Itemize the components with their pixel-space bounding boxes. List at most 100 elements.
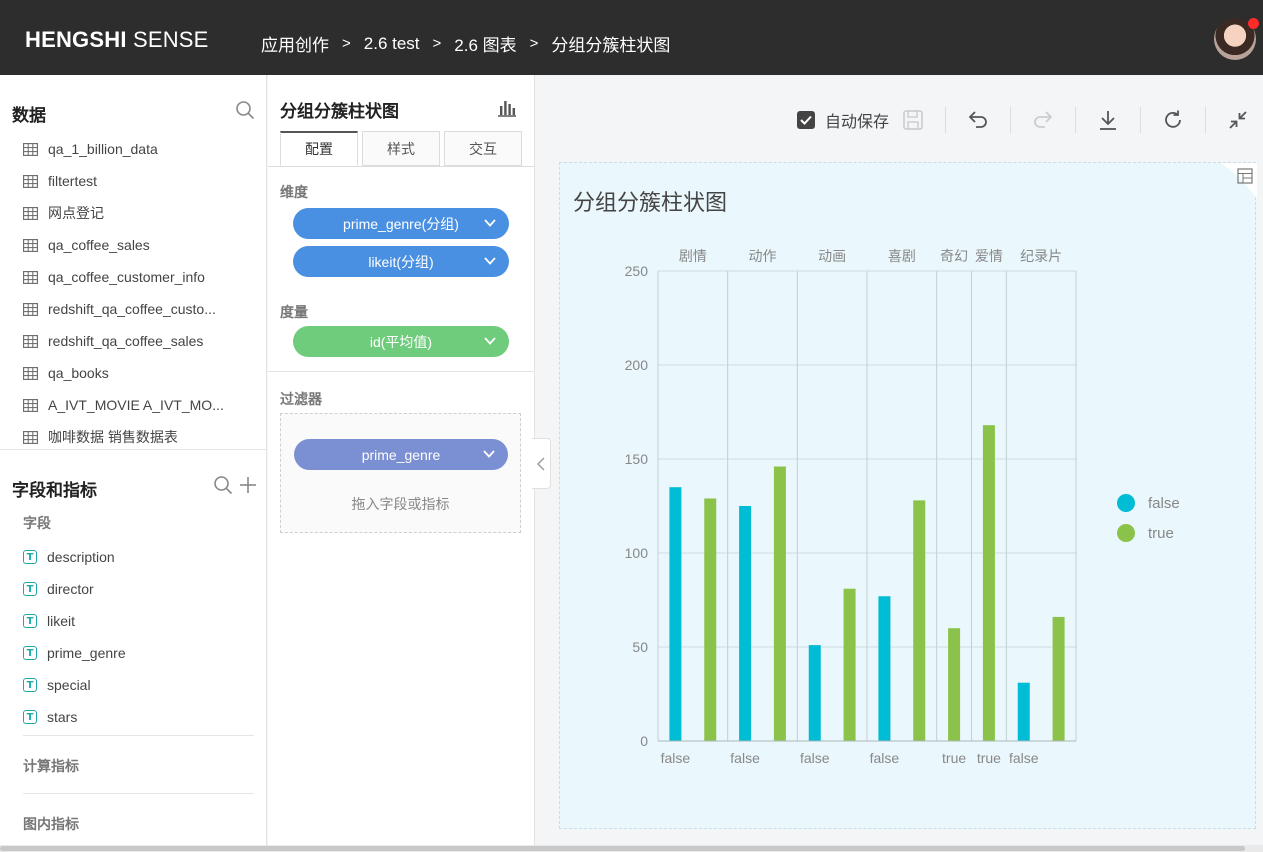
chevron-down-icon[interactable]	[483, 254, 497, 268]
toolbar-divider	[1010, 107, 1012, 133]
field-item[interactable]: Tdirector	[23, 573, 253, 605]
text-type-icon: T	[23, 614, 37, 628]
chart-card[interactable]: 分组分簇柱状图 0 50 100 150 200 250 剧情 false 动作 false 动画 f…	[559, 162, 1257, 829]
refresh-icon[interactable]	[1161, 108, 1185, 132]
text-type-icon: T	[23, 646, 37, 660]
collapse-fullscreen-icon[interactable]	[1226, 108, 1250, 132]
notification-dot	[1248, 18, 1259, 29]
save-icon[interactable]	[901, 108, 925, 132]
breadcrumb-dashboard[interactable]: 2.6 图表	[454, 31, 516, 56]
chevron-left-icon	[537, 457, 545, 470]
dataset-item[interactable]: filtertest	[23, 165, 253, 197]
field-label: special	[47, 677, 91, 693]
table-icon	[23, 238, 38, 252]
checkmark-icon	[800, 115, 812, 125]
field-list: Tdescription Tdirector Tlikeit Tprime_ge…	[23, 541, 253, 733]
grouped-bar-chart: 0 50 100 150 200 250 剧情 false 动作 false 动画 false 喜剧 fa…	[625, 248, 1180, 766]
chevron-down-icon[interactable]	[483, 334, 497, 348]
group-label: 动作	[749, 248, 777, 264]
group-label: 奇幻	[940, 248, 968, 264]
autosave-checkbox[interactable]	[797, 111, 815, 129]
dataset-item[interactable]: qa_coffee_sales	[23, 229, 253, 261]
field-item[interactable]: Tprime_genre	[23, 637, 253, 669]
dataset-item[interactable]: 网点登记	[23, 197, 253, 229]
dataset-item[interactable]: redshift_qa_coffee_sales	[23, 325, 253, 357]
chart-toolbar: 自动保存	[780, 100, 1250, 140]
bar-true	[1052, 616, 1065, 741]
measure-label: 度量	[280, 304, 308, 320]
dataset-item[interactable]: qa_books	[23, 357, 253, 389]
y-tick-label: 50	[632, 639, 648, 655]
chevron-down-icon[interactable]	[483, 216, 497, 230]
text-type-icon: T	[23, 550, 37, 564]
table-icon	[23, 270, 38, 284]
calc-metrics-label[interactable]: 计算指标	[23, 756, 79, 776]
dataset-label: qa_books	[48, 365, 109, 381]
tab-interaction[interactable]: 交互	[444, 131, 522, 166]
search-icon[interactable]	[213, 475, 233, 495]
data-section-title: 数据	[12, 106, 46, 125]
text-type-icon: T	[23, 710, 37, 724]
breadcrumb-app-create[interactable]: 应用创作	[261, 31, 329, 56]
x-tick-label: false	[800, 750, 830, 766]
dataset-item[interactable]: qa_coffee_customer_info	[23, 261, 253, 293]
fields-section-title: 字段和指标	[12, 481, 97, 500]
legend-label: true	[1148, 525, 1174, 542]
undo-icon[interactable]	[966, 108, 990, 132]
measure-pill[interactable]: id(平均值)	[293, 326, 509, 357]
bar-true	[948, 628, 961, 741]
chevron-down-icon[interactable]	[482, 447, 496, 461]
dataset-label: qa_coffee_customer_info	[48, 269, 205, 285]
field-item[interactable]: Tstars	[23, 701, 253, 733]
filter-pill[interactable]: prime_genre	[294, 439, 508, 470]
bar-false	[878, 596, 891, 741]
measure-pill-label: id(平均值)	[369, 333, 433, 350]
chart-name: 分组分簇柱状图	[280, 102, 399, 121]
group-label: 纪录片	[1020, 248, 1062, 264]
field-item[interactable]: Tlikeit	[23, 605, 253, 637]
tab-config[interactable]: 配置	[280, 131, 358, 166]
download-icon[interactable]	[1096, 108, 1120, 132]
field-label: director	[47, 581, 94, 597]
bar-false	[739, 506, 752, 741]
x-tick-label: true	[942, 750, 966, 766]
bar-chart-icon[interactable]	[497, 99, 517, 117]
dimension-pill[interactable]: prime_genre(分组)	[293, 208, 509, 239]
x-tick-label: false	[661, 750, 691, 766]
table-icon	[23, 206, 38, 220]
search-icon[interactable]	[235, 100, 255, 120]
table-icon	[23, 366, 38, 380]
text-type-icon: T	[23, 678, 37, 692]
config-panel: 分组分簇柱状图 配置 样式 交互 维度 prime_genre(分组) like…	[268, 75, 535, 845]
dataset-item[interactable]: A_IVT_MOVIE A_IVT_MO...	[23, 389, 253, 421]
y-tick-label: 150	[625, 451, 649, 467]
autosave-label[interactable]: 自动保存	[825, 108, 889, 132]
toolbar-divider	[1205, 107, 1207, 133]
field-label: stars	[47, 709, 78, 725]
chart-metrics-label[interactable]: 图内指标	[23, 814, 79, 834]
dataset-item[interactable]: qa_1_billion_data	[23, 133, 253, 165]
field-label: description	[47, 549, 115, 565]
filter-drop-zone[interactable]: prime_genre 拖入字段或指标	[280, 413, 521, 533]
legend-label: false	[1148, 495, 1180, 512]
filter-label: 过滤器	[280, 391, 322, 407]
legend-swatch-false	[1117, 494, 1135, 512]
scrollbar-thumb[interactable]	[0, 846, 1245, 851]
redo-icon[interactable]	[1031, 108, 1055, 132]
bar-false	[808, 645, 821, 741]
field-label: likeit	[47, 613, 76, 629]
field-item[interactable]: Tspecial	[23, 669, 253, 701]
dataset-item[interactable]: redshift_qa_coffee_custo...	[23, 293, 253, 325]
horizontal-scrollbar[interactable]	[0, 845, 1263, 852]
table-icon	[23, 174, 38, 188]
section-divider	[23, 735, 254, 736]
breadcrumb-app[interactable]: 2.6 test	[364, 34, 420, 54]
add-icon[interactable]	[238, 475, 258, 495]
tab-style[interactable]: 样式	[362, 131, 440, 166]
brand-logo[interactable]: HENGSHI SENSE	[25, 27, 209, 53]
breadcrumb-separator: >	[432, 35, 442, 52]
data-panel: 数据 qa_1_billion_data filtertest 网点登记 qa_…	[0, 75, 267, 852]
dimension-pill[interactable]: likeit(分组)	[293, 246, 509, 277]
collapse-panel-button[interactable]	[532, 438, 551, 489]
field-item[interactable]: Tdescription	[23, 541, 253, 573]
